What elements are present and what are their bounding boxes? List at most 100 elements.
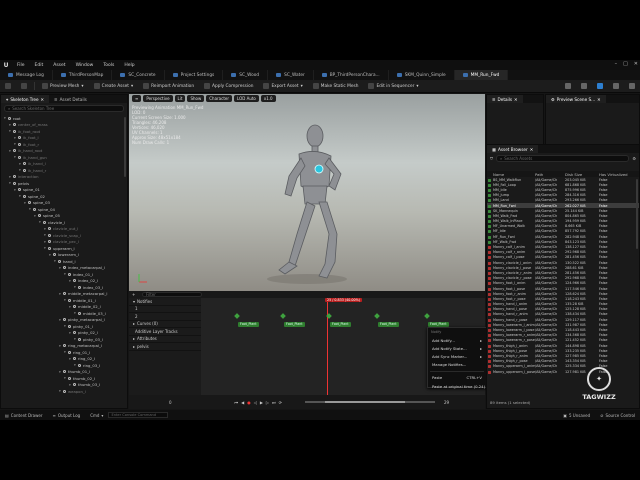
- menu-tools[interactable]: Tools: [98, 63, 119, 68]
- add-notify-state-menu-item[interactable]: Add Notify State... ▸: [428, 344, 486, 352]
- asset-row[interactable]: Manny_calf_l_anim/All/Game/Ch 138.127 KiB…: [487, 244, 639, 250]
- asset-row[interactable]: Manny_foot_r_pose/All/Game/Ch 118.243 KiB…: [487, 296, 639, 301]
- notify-marker-icon[interactable]: [280, 313, 286, 319]
- tab-sc-concrete[interactable]: SC_Concrete: [112, 70, 165, 80]
- column-header-name[interactable]: Name: [487, 172, 535, 177]
- go-to-end-icon[interactable]: ⏭: [272, 400, 276, 405]
- asset-row[interactable]: Manny_clavicle_l_anim/All/Game/Ch 130.522…: [487, 260, 639, 265]
- asset-row[interactable]: Manny_hand_l_anim/All/Game/Ch 135.28 KiB F…: [487, 302, 639, 307]
- export-asset-button[interactable]: Export Asset ▾: [258, 83, 307, 89]
- menu-edit[interactable]: Edit: [30, 63, 49, 68]
- asset-row[interactable]: MM_Run_Fwd/All/Game/Ch 262.027 KiB False: [487, 202, 639, 209]
- step-back-icon[interactable]: ◀: [241, 400, 244, 405]
- tab-skm-quinn-simple[interactable]: SKM_Quinn_Simple: [389, 70, 455, 80]
- asset-row[interactable]: Manny_thigh_l_pose/All/Game/Ch 133.235 Ki…: [487, 348, 639, 353]
- unreal-logo-icon[interactable]: U: [0, 60, 12, 70]
- asset-row[interactable]: Manny_clavicle_r_anim/All/Game/Ch 281.456…: [487, 270, 639, 275]
- track-row[interactable]: ▸ Curves (0): [129, 321, 201, 328]
- unsaved-button[interactable]: ▣ 5 Unsaved: [558, 413, 595, 418]
- asset-row[interactable]: SK_Mannequin/All/Game/Ch 25.144 KiB False: [487, 208, 639, 213]
- tab-project-settings[interactable]: Project Settings: [165, 70, 224, 80]
- go-to-start-icon[interactable]: ⏮: [235, 400, 239, 405]
- asset-row[interactable]: Manny_clavicle_r_pose/All/Game/Ch 292.968…: [487, 276, 639, 281]
- skeleton-search-input[interactable]: ⌕ Search Skeleton Tree: [4, 105, 124, 112]
- asset-row[interactable]: Manny_hand_r_anim/All/Game/Ch 138.434 KiB…: [487, 312, 639, 317]
- timeline-scrollbar[interactable]: [304, 401, 435, 403]
- asset-row[interactable]: Manny_lowerarm_l_anim/All/Game/Ch 131.987…: [487, 322, 639, 327]
- column-header-has-virtualized[interactable]: Has Virtualized: [599, 172, 629, 177]
- asset-row[interactable]: BS_MM_WalkRun/All/Game/Ch 203.045 KiB Fals…: [487, 177, 639, 182]
- track-row[interactable]: Additive Layer Tracks: [129, 328, 201, 336]
- menu-asset[interactable]: Asset: [48, 63, 70, 68]
- paste-original-time-menu-item[interactable]: Paste at original time (0.24): [428, 382, 486, 390]
- asset-row[interactable]: MM_Walk_InPlace/All/Game/Ch 194.959 KiB Fa…: [487, 219, 639, 224]
- asset-row[interactable]: Manny_thigh_l_anim/All/Game/Ch 144.898 Ki…: [487, 343, 639, 348]
- menu-file[interactable]: File: [12, 63, 30, 68]
- physics-mode-button[interactable]: [624, 83, 640, 89]
- close-icon[interactable]: ✕: [634, 61, 638, 67]
- asset-row[interactable]: Manny_clavicle_l_pose/All/Game/Ch 288.61 …: [487, 265, 639, 270]
- asset-row[interactable]: MF_Unarmed_Walk/All/Game/Ch 8.665 KiB Fals…: [487, 224, 639, 229]
- track-row[interactable]: ▾ Notifies: [129, 298, 201, 306]
- play-reverse-icon[interactable]: ◁: [254, 400, 257, 405]
- preview-viewport[interactable]: ≡ Perspective Lit Show Character LOD Aut…: [129, 94, 485, 291]
- add-notify-menu-item[interactable]: Add Notify... ▸: [428, 336, 486, 344]
- bone-row[interactable]: ▾ weapon_l: [1, 388, 127, 395]
- tab-asset-browser[interactable]: ▦ Asset Browser ✕: [487, 145, 539, 153]
- tab-asset-details[interactable]: ≡ Asset Details: [49, 95, 92, 103]
- asset-search-input[interactable]: ⌕ Search Assets: [496, 155, 630, 162]
- asset-row[interactable]: Manny_foot_l_anim/All/Game/Ch 124.966 KiB…: [487, 281, 639, 286]
- console-command-input[interactable]: Enter Console Command: [108, 412, 169, 418]
- asset-row[interactable]: Manny_calf_r_anim/All/Game/Ch 292.968 KiB…: [487, 250, 639, 255]
- filter-icon[interactable]: ⛉: [490, 156, 493, 161]
- asset-row[interactable]: Manny_thigh_r_anim/All/Game/Ch 127.985 Ki…: [487, 353, 639, 358]
- settings-icon[interactable]: ⚙: [632, 156, 636, 161]
- tab-sc-wood[interactable]: SC_Wood: [223, 70, 269, 80]
- preview-mesh-button[interactable]: Preview Mesh ▾: [37, 83, 89, 89]
- tab-details[interactable]: ≡ Details ✕: [487, 95, 523, 103]
- add-track-button[interactable]: +: [132, 292, 140, 297]
- asset-row[interactable]: Manny_foot_r_anim/All/Game/Ch 128.624 KiB…: [487, 291, 639, 296]
- output-log-button[interactable]: ≡ Output Log: [48, 413, 86, 418]
- skeleton-mode-button[interactable]: [560, 83, 576, 89]
- manage-notifies-menu-item[interactable]: Manage Notifies...: [428, 361, 486, 369]
- content-drawer-button[interactable]: ▤ Content Drawer: [0, 413, 48, 418]
- notify-key[interactable]: Foot_Plant: [330, 322, 351, 327]
- timeline-filter-input[interactable]: Filter: [142, 291, 202, 298]
- column-header-disk-size[interactable]: Disk Size: [565, 172, 599, 177]
- tab-sc-water[interactable]: SC_Water: [268, 70, 314, 80]
- loop-icon[interactable]: ⟳: [279, 400, 282, 405]
- notify-marker-icon[interactable]: [234, 313, 240, 319]
- paste-menu-item[interactable]: Paste CTRL+V: [428, 374, 486, 382]
- scroll-thumb[interactable]: [324, 401, 405, 403]
- notify-key[interactable]: Foot_Plant: [284, 322, 305, 327]
- notify-marker-icon[interactable]: [424, 313, 430, 319]
- asset-row[interactable]: Manny_foot_l_pose/All/Game/Ch 117.546 KiB…: [487, 286, 639, 291]
- asset-row[interactable]: MM_Idle/All/Game/Ch 875.996 KiB False: [487, 187, 639, 192]
- notify-key[interactable]: Foot_Plant: [378, 322, 399, 327]
- make-static-mesh-button[interactable]: Make Static Mesh: [308, 83, 364, 89]
- asset-row[interactable]: Manny_thigh_r_pose/All/Game/Ch 143.354 Ki…: [487, 359, 639, 364]
- asset-row[interactable]: MM_Land/All/Game/Ch 293.266 KiB False: [487, 198, 639, 203]
- asset-row[interactable]: Manny_lowerarm_r_anim/All/Game/Ch 134.568…: [487, 333, 639, 338]
- maximize-icon[interactable]: □: [623, 61, 628, 67]
- tab-thirdpersonmap[interactable]: ThirdPersonMap: [53, 70, 113, 80]
- asset-row[interactable]: Manny_lowerarm_l_pose/All/Game/Ch 118.443…: [487, 327, 639, 333]
- track-row[interactable]: ▸ Attributes: [129, 336, 201, 343]
- reimport-animation-button[interactable]: Reimport Animation: [138, 83, 199, 89]
- play-icon[interactable]: ▶: [260, 400, 263, 405]
- asset-row[interactable]: MM_Fall_Loop/All/Game/Ch 681.868 KiB False: [487, 182, 639, 187]
- edit-in-sequencer-button[interactable]: Edit in Sequencer ▾: [363, 83, 423, 89]
- menu-help[interactable]: Help: [119, 63, 139, 68]
- asset-row[interactable]: MM_Walk_Fwd/All/Game/Ch 804.865 KiB False: [487, 213, 639, 218]
- blueprint-mode-button[interactable]: [608, 83, 624, 89]
- asset-row[interactable]: Manny_hand_r_pose/All/Game/Ch 129.117 KiB…: [487, 317, 639, 322]
- notify-key[interactable]: Foot_Plant: [238, 322, 259, 327]
- tab-skeleton-tree[interactable]: ⌖ Skeleton Tree ✕: [1, 95, 50, 103]
- notify-marker-icon[interactable]: [374, 313, 380, 319]
- menu-window[interactable]: Window: [71, 63, 99, 68]
- source-control-button[interactable]: ⊘ Source Control: [595, 413, 640, 418]
- animation-mode-button[interactable]: [592, 83, 608, 89]
- browse-button[interactable]: [16, 83, 32, 89]
- apply-compression-button[interactable]: Apply Compression: [199, 83, 258, 89]
